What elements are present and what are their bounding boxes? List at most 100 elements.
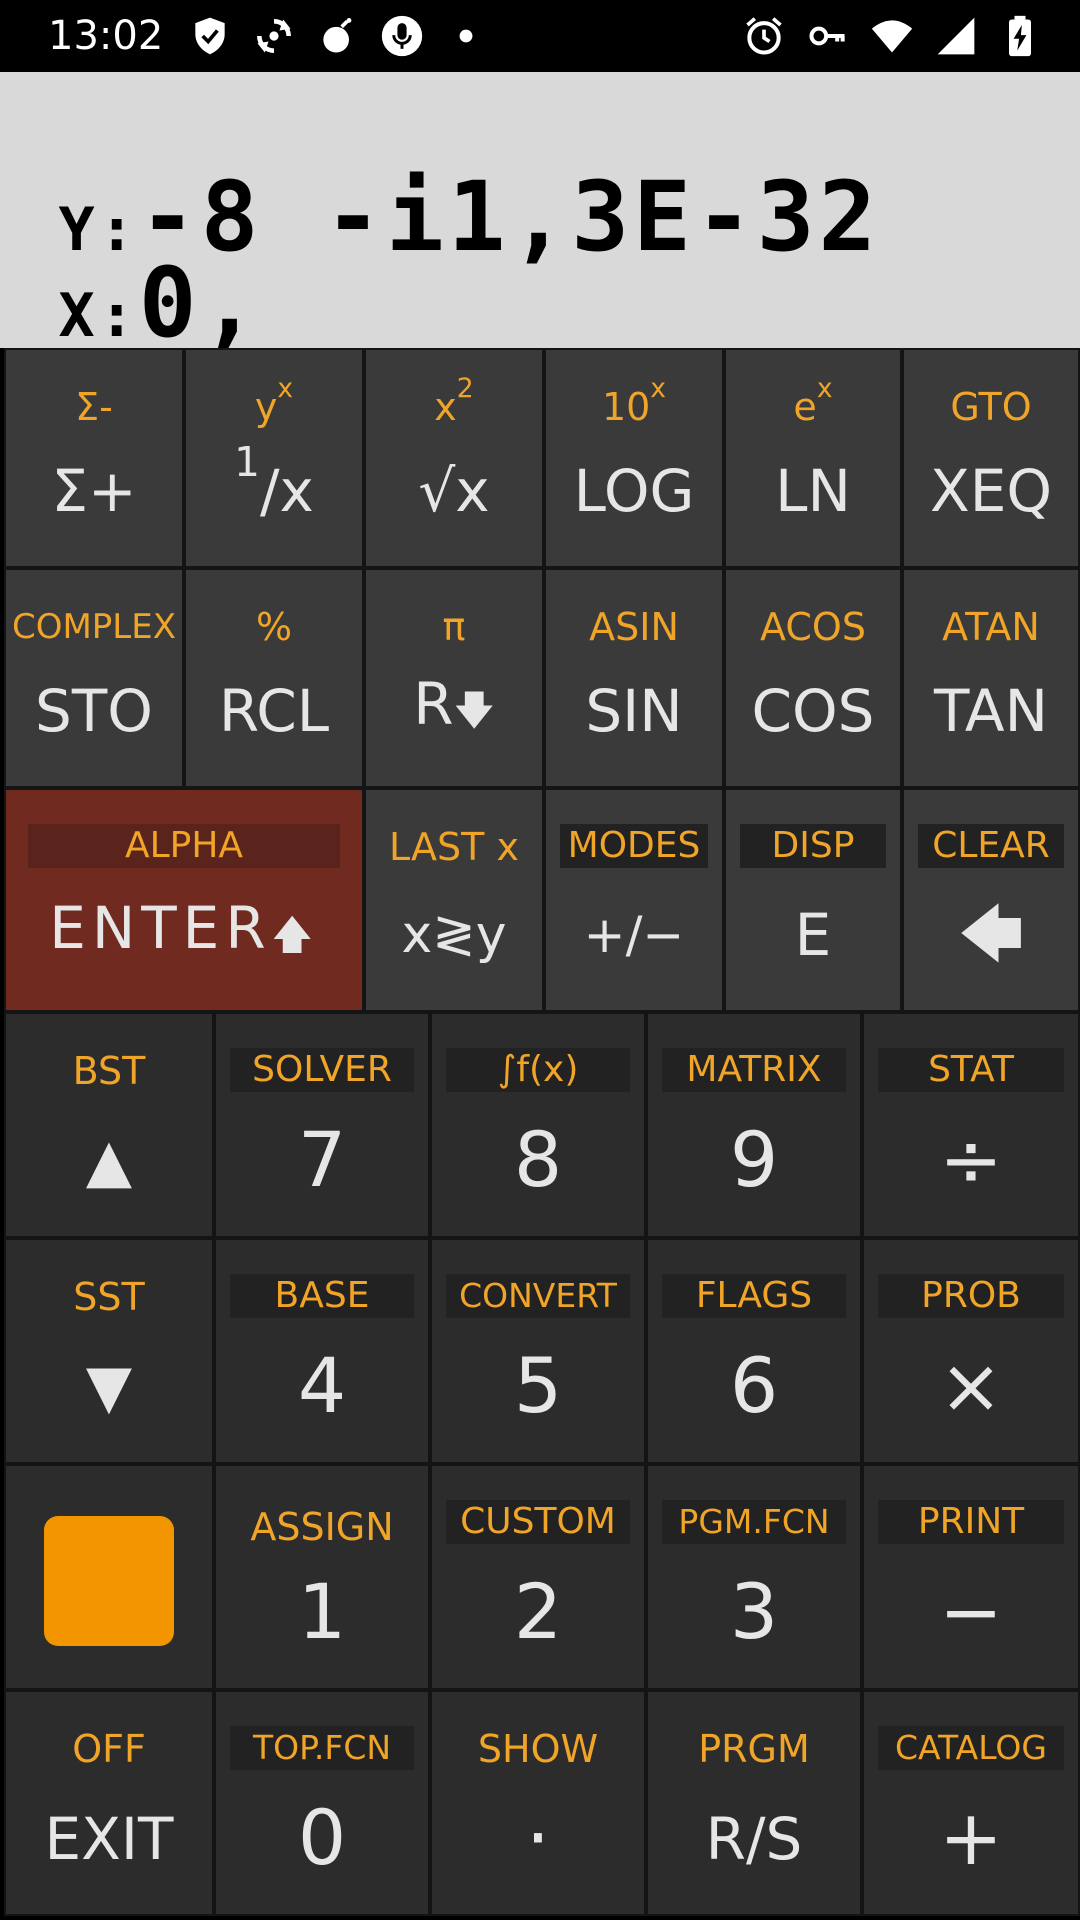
arrow-up-icon: 🡅 [271, 912, 319, 958]
run-stop-key[interactable]: PRGM R/S [646, 1690, 862, 1916]
stat-label: STAT [878, 1048, 1064, 1092]
arrow-down-icon: 🡇 [453, 688, 495, 734]
shift-button [44, 1516, 174, 1646]
sigma-plus-key[interactable]: Σ- Σ+ [4, 348, 184, 568]
key-row-2: COMPLEX STO % RCL π R🡇 ASIN SIN ACOS COS… [4, 568, 1080, 788]
add-label: + [939, 1793, 1003, 1882]
swap-xy-key[interactable]: LAST x x≷y [364, 788, 544, 1012]
multiply-label: × [939, 1341, 1003, 1430]
y-power-x-label: yx [254, 373, 294, 429]
atan-label: ATAN [942, 605, 1040, 649]
digit-1-key[interactable]: ASSIGN 1 [214, 1464, 430, 1690]
sst-label: SST [73, 1275, 145, 1319]
swap-xy-label: x≷y [401, 905, 507, 965]
acos-label: ACOS [760, 605, 866, 649]
key-row-1: Σ- Σ+ yx 1/x x2 √x 10x LOG ex LN GTO XEQ [4, 348, 1080, 568]
calculator-display: Y:-8 -i1,3E-32 X:0,_ [0, 72, 1080, 359]
sync-icon [257, 19, 291, 53]
sin-key[interactable]: ASIN SIN [544, 568, 724, 788]
key-row-3: ALPHA ENTER🡅 LAST x x≷y MODES +/− DISP E… [4, 788, 1080, 1012]
digit-2-key[interactable]: CUSTOM 2 [430, 1464, 646, 1690]
ten-power-x-label: 10x [601, 373, 667, 429]
status-time: 13:02 [48, 13, 164, 59]
run-stop-label: R/S [705, 1805, 803, 1873]
prob-label: PROB [878, 1274, 1064, 1318]
sqrt-key[interactable]: x2 √x [364, 348, 544, 568]
e-power-x-label: ex [793, 373, 833, 429]
alpha-label: ALPHA [28, 824, 340, 868]
sqrt-label: √x [418, 457, 490, 525]
digit-8-label: 8 [513, 1115, 563, 1204]
status-bar: 13:02 [0, 0, 1080, 72]
digit-3-key[interactable]: PGM.FCN 3 [646, 1464, 862, 1690]
shield-icon [195, 17, 225, 55]
digit-5-key[interactable]: CONVERT 5 [430, 1238, 646, 1464]
digit-0-key[interactable]: TOP.FCN 0 [214, 1690, 430, 1916]
ln-label: LN [775, 457, 851, 525]
digit-5-label: 5 [513, 1341, 563, 1430]
tan-key[interactable]: ATAN TAN [902, 568, 1080, 788]
show-label: SHOW [477, 1727, 599, 1771]
pi-label: π [442, 605, 466, 649]
exit-key[interactable]: OFF EXIT [4, 1690, 214, 1916]
tan-label: TAN [934, 677, 1048, 745]
multiply-key[interactable]: PROB × [862, 1238, 1080, 1464]
pgm-fcn-label: PGM.FCN [662, 1500, 846, 1544]
digit-6-key[interactable]: FLAGS 6 [646, 1238, 862, 1464]
gto-label: GTO [950, 385, 1032, 429]
x-register-value: 0,_ [138, 247, 325, 359]
digit-2-label: 2 [513, 1567, 563, 1656]
wifi-icon [871, 20, 913, 53]
dot-icon [459, 29, 473, 43]
key-row-4: BST ▲ SOLVER 7 ∫f(x) 8 MATRIX 9 STAT ÷ [4, 1012, 1080, 1238]
prgm-label: PRGM [698, 1727, 810, 1771]
backspace-key[interactable]: CLEAR 🡄 [902, 788, 1080, 1012]
catalog-label: CATALOG [878, 1726, 1064, 1770]
enter-label: ENTER🡅 [49, 894, 319, 962]
shift-key[interactable] [4, 1464, 214, 1690]
log-label: LOG [573, 457, 695, 525]
divide-key[interactable]: STAT ÷ [862, 1012, 1080, 1238]
microphone-icon [381, 15, 423, 57]
decimal-point-key[interactable]: SHOW · [430, 1690, 646, 1916]
modes-label: MODES [560, 824, 708, 868]
bst-label: BST [72, 1049, 146, 1093]
decimal-point-label: · [525, 1793, 551, 1882]
up-arrow-icon: ▲ [85, 1126, 133, 1196]
roll-down-key[interactable]: π R🡇 [364, 568, 544, 788]
down-key[interactable]: SST ▼ [4, 1238, 214, 1464]
digit-3-label: 3 [729, 1567, 779, 1656]
signal-icon [937, 17, 975, 55]
digit-9-key[interactable]: MATRIX 9 [646, 1012, 862, 1238]
subtract-key[interactable]: PRINT − [862, 1464, 1080, 1690]
log-key[interactable]: 10x LOG [544, 348, 724, 568]
exponent-label: E [794, 901, 832, 969]
rcl-label: RCL [218, 677, 330, 745]
digit-7-key[interactable]: SOLVER 7 [214, 1012, 430, 1238]
change-sign-label: +/− [583, 906, 685, 964]
ln-key[interactable]: ex LN [724, 348, 902, 568]
cos-key[interactable]: ACOS COS [724, 568, 902, 788]
subtract-label: − [939, 1567, 1003, 1656]
convert-label: CONVERT [446, 1274, 630, 1318]
alarm-icon [746, 17, 782, 55]
digit-8-key[interactable]: ∫f(x) 8 [430, 1012, 646, 1238]
custom-label: CUSTOM [446, 1500, 630, 1544]
enter-key[interactable]: ALPHA ENTER🡅 [4, 788, 364, 1012]
sto-label: STO [35, 677, 153, 745]
add-key[interactable]: CATALOG + [862, 1690, 1080, 1916]
integrate-label: ∫f(x) [446, 1048, 630, 1092]
exponent-key[interactable]: DISP E [724, 788, 902, 1012]
divide-label: ÷ [939, 1115, 1003, 1204]
key-row-6: ASSIGN 1 CUSTOM 2 PGM.FCN 3 PRINT − [4, 1464, 1080, 1690]
key-row-7: OFF EXIT TOP.FCN 0 SHOW · PRGM R/S CATAL… [4, 1690, 1080, 1916]
down-arrow-icon: ▼ [85, 1352, 133, 1422]
rcl-key[interactable]: % RCL [184, 568, 364, 788]
change-sign-key[interactable]: MODES +/− [544, 788, 724, 1012]
xeq-key[interactable]: GTO XEQ [902, 348, 1080, 568]
sto-key[interactable]: COMPLEX STO [4, 568, 184, 788]
up-key[interactable]: BST ▲ [4, 1012, 214, 1238]
digit-4-key[interactable]: BASE 4 [214, 1238, 430, 1464]
last-x-label: LAST x [389, 825, 519, 869]
reciprocal-key[interactable]: yx 1/x [184, 348, 364, 568]
